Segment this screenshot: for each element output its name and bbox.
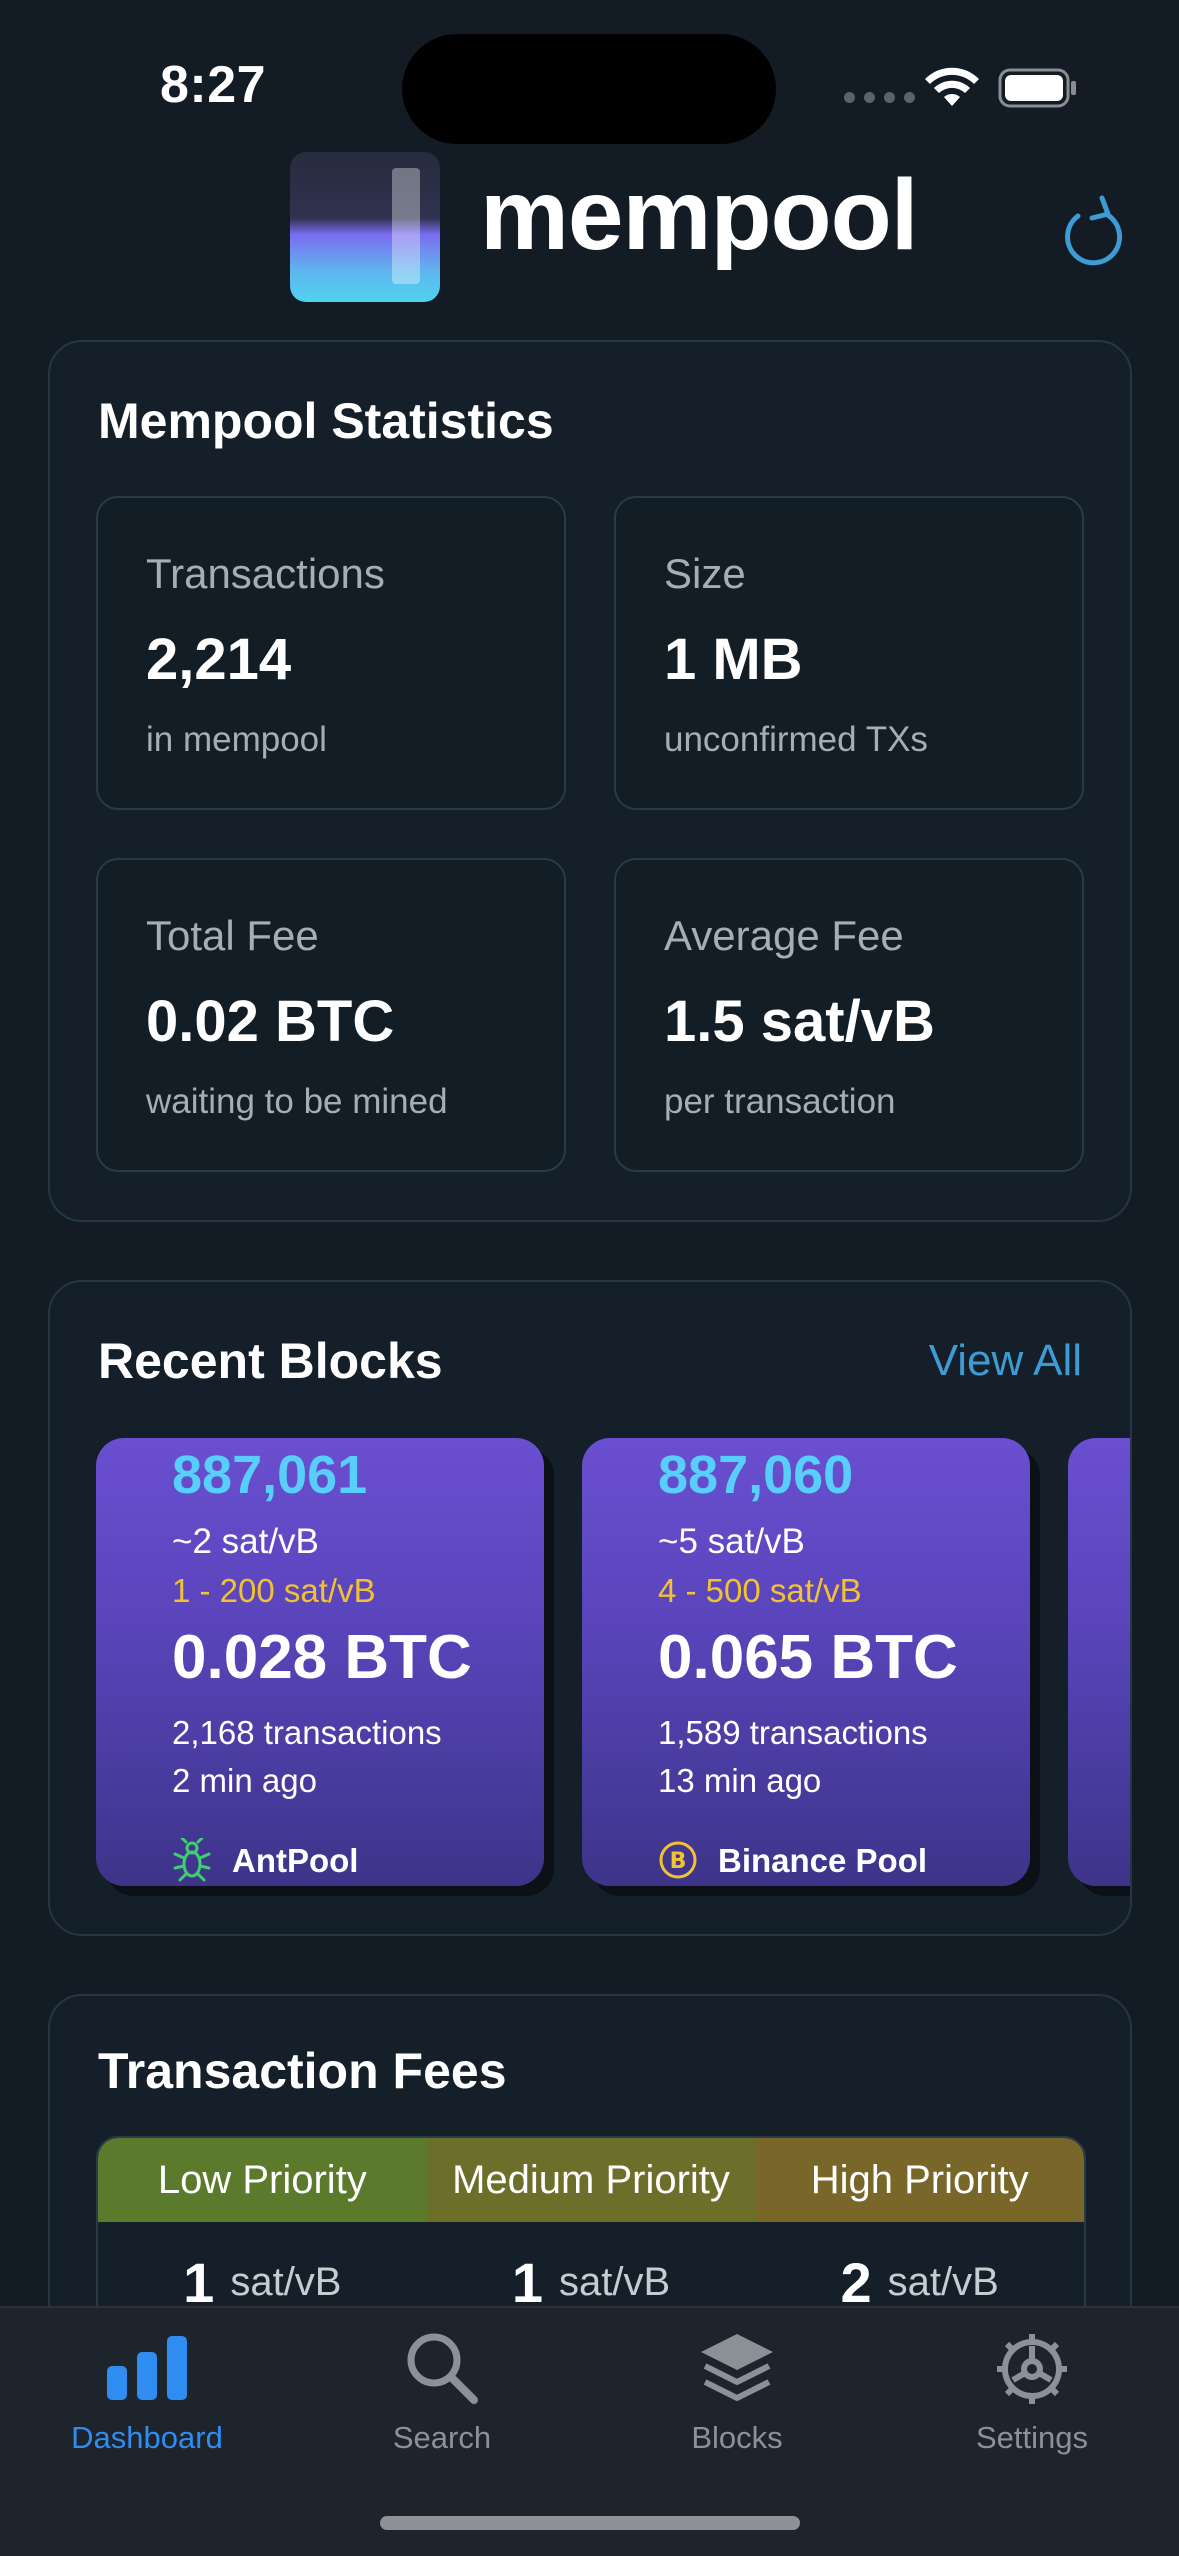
stat-sub: in mempool xyxy=(146,720,327,759)
magnifier-icon xyxy=(407,2333,478,2404)
tab-dashboard[interactable]: Dashboard xyxy=(0,2308,294,2468)
stat-average-fee: Average Fee 1.5 sat/vB per transaction xyxy=(614,858,1084,1172)
block-height: 887,060 xyxy=(658,1445,854,1505)
stat-label: Total Fee xyxy=(146,912,319,959)
fee-high-value: 2 xyxy=(840,2250,872,2314)
tab-label: Settings xyxy=(975,2420,1088,2455)
stat-label: Transactions xyxy=(146,550,385,597)
fee-medium-unit: sat/vB xyxy=(559,2259,671,2304)
fees-title: Transaction Fees xyxy=(98,2043,507,2099)
logo-bar xyxy=(392,168,420,284)
block-median-fee: ~2 sat/vB xyxy=(172,1522,319,1561)
battery-icon xyxy=(998,68,1076,108)
fee-high-unit: sat/vB xyxy=(887,2259,999,2304)
stat-total-fee: Total Fee 0.02 BTC waiting to be mined xyxy=(96,858,566,1172)
home-indicator xyxy=(380,2516,800,2530)
block-fee-range: 4 - 500 sat/vB xyxy=(658,1572,862,1609)
tab-settings[interactable]: Settings xyxy=(885,2308,1179,2468)
block-median-fee: ~5 sat/vB xyxy=(658,1522,805,1561)
tab-blocks[interactable]: Blocks xyxy=(590,2308,884,2468)
dynamic-island xyxy=(402,34,776,144)
block-card-887060[interactable]: 887,060 ~5 sat/vB 4 - 500 sat/vB 0.065 B… xyxy=(582,1438,1030,1886)
fee-low-value: 1 xyxy=(183,2250,215,2314)
stat-sub: waiting to be mined xyxy=(146,1082,448,1121)
view-all-link[interactable]: View All xyxy=(929,1336,1082,1386)
blocks-title: Recent Blocks xyxy=(98,1333,443,1389)
block-total-fees: 0.065 BTC xyxy=(658,1623,958,1692)
fees-header-row: Low Priority Medium Priority High Priori… xyxy=(98,2138,1084,2222)
stat-value: 0.02 BTC xyxy=(146,989,395,1054)
block-fee-range: 1 - 200 sat/vB xyxy=(172,1572,376,1609)
wifi-icon xyxy=(925,67,979,106)
cellular-signal-icon xyxy=(844,92,915,103)
tab-label: Blocks xyxy=(691,2420,783,2455)
block-time-ago: 2 min ago xyxy=(172,1762,317,1799)
block-time-ago: 13 min ago xyxy=(658,1762,822,1799)
svg-text:B: B xyxy=(670,1849,687,1874)
status-time: 8:27 xyxy=(160,56,267,114)
tab-label: Search xyxy=(392,2420,492,2455)
fee-low-unit: sat/vB xyxy=(230,2259,342,2304)
block-tx-count: 1,589 transactions xyxy=(658,1714,928,1751)
layers-icon xyxy=(701,2334,773,2401)
stat-size: Size 1 MB unconfirmed TXs xyxy=(614,496,1084,810)
chart-bars-icon xyxy=(107,2336,187,2400)
block-pool-name: AntPool xyxy=(232,1842,359,1879)
stat-value: 1.5 sat/vB xyxy=(664,989,935,1054)
stats-title: Mempool Statistics xyxy=(98,393,554,449)
block-height: 887,061 xyxy=(172,1445,368,1505)
gear-icon xyxy=(997,2334,1067,2404)
tab-search[interactable]: Search xyxy=(295,2308,589,2468)
tab-label: Dashboard xyxy=(71,2420,223,2455)
refresh-icon[interactable] xyxy=(1062,192,1126,266)
block-total-fees: 0.028 BTC xyxy=(172,1623,472,1692)
fee-medium-header: Medium Priority xyxy=(426,2138,756,2222)
stat-value: 2,214 xyxy=(146,627,292,692)
brand-title: mempool xyxy=(480,159,918,271)
stat-value: 1 MB xyxy=(664,627,803,692)
mempool-statistics-card: Mempool Statistics Transactions 2,214 in… xyxy=(48,340,1132,1222)
stat-transactions: Transactions 2,214 in mempool xyxy=(96,496,566,810)
recent-blocks-card: Recent Blocks View All 887,061 ~2 sat/vB… xyxy=(48,1280,1132,1936)
stat-sub: per transaction xyxy=(664,1082,896,1121)
fee-low-header: Low Priority xyxy=(98,2138,427,2222)
stat-sub: unconfirmed TXs xyxy=(664,720,928,759)
block-card-887061[interactable]: 887,061 ~2 sat/vB 1 - 200 sat/vB 0.028 B… xyxy=(96,1438,544,1886)
ant-icon xyxy=(173,1838,211,1882)
block-tx-count: 2,168 transactions xyxy=(172,1714,442,1751)
block-card-partial[interactable] xyxy=(1068,1438,1130,1886)
block-pool-name: Binance Pool xyxy=(718,1842,928,1879)
stat-label: Average Fee xyxy=(664,912,904,959)
fee-high-header: High Priority xyxy=(755,2138,1084,2222)
stat-label: Size xyxy=(664,550,746,597)
binance-icon: B xyxy=(659,1841,697,1879)
fee-medium-value: 1 xyxy=(511,2250,543,2314)
